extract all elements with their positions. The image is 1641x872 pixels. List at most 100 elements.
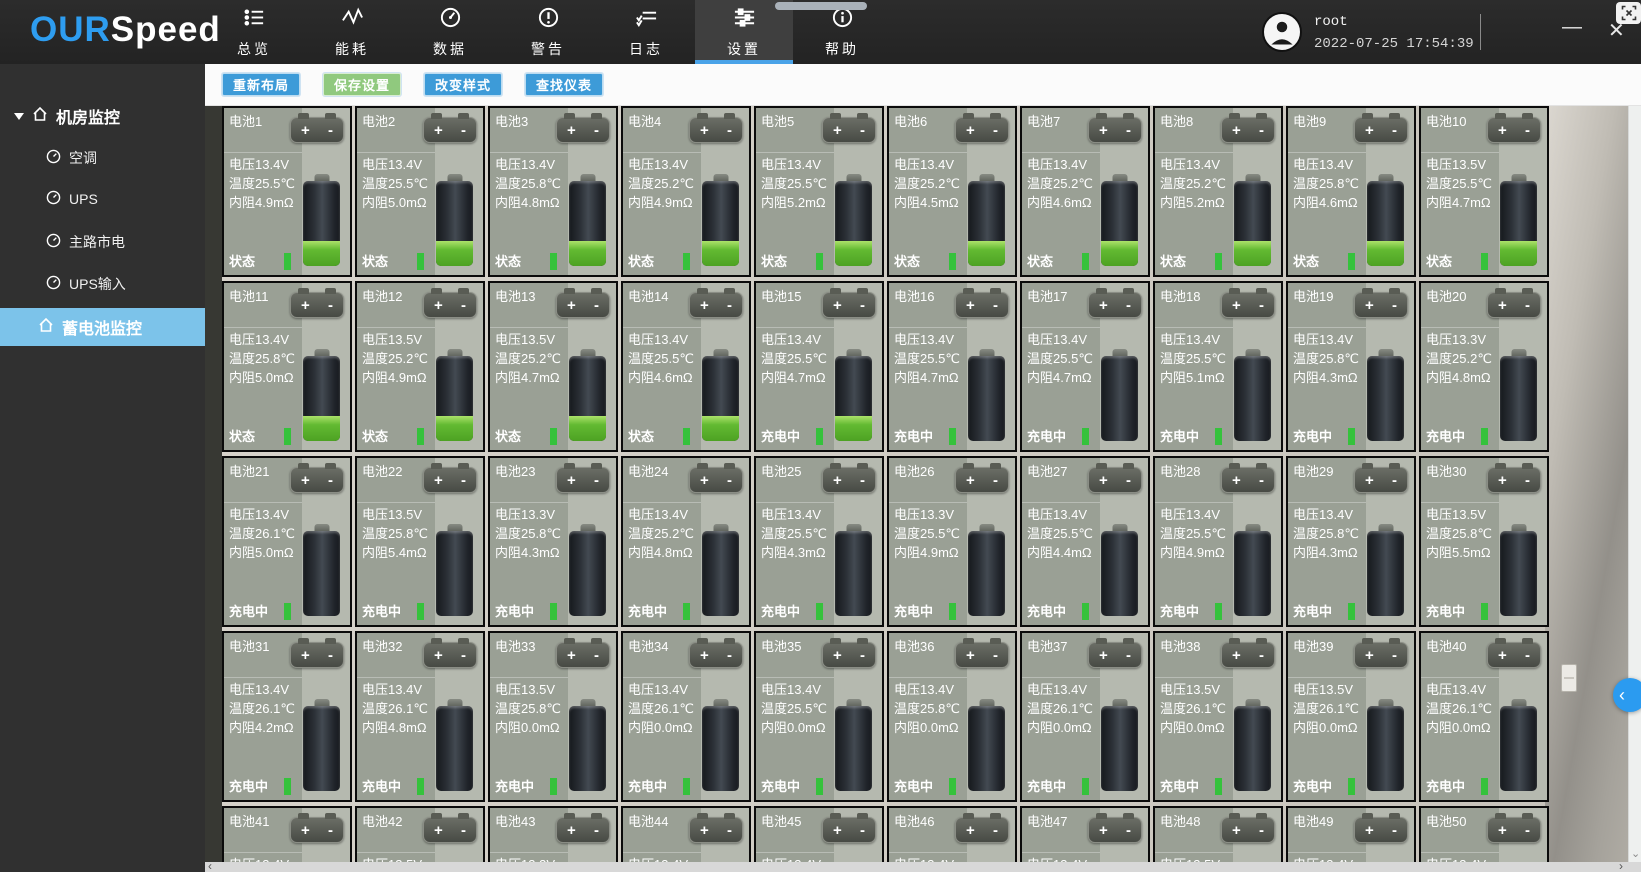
battery-plus-minus-icon[interactable]: + -	[1221, 642, 1275, 668]
battery-card[interactable]: 电池29 + - 电压13.4V 温度25.8℃ 内阻4.3mΩ 充电中	[1286, 456, 1416, 627]
battery-card[interactable]: 电池47 + - 电压13.4V 温度 内阻	[1020, 806, 1150, 862]
battery-card[interactable]: 电池32 + - 电压13.4V 温度26.1℃ 内阻4.8mΩ 充电中	[355, 631, 485, 802]
battery-card[interactable]: 电池34 + - 电压13.4V 温度26.1℃ 内阻0.0mΩ 充电中	[621, 631, 751, 802]
battery-plus-minus-icon[interactable]: + -	[822, 467, 876, 493]
nav-data[interactable]: 数据	[401, 0, 499, 64]
scrollbar-thumb[interactable]	[775, 2, 867, 10]
battery-card[interactable]: 电池37 + - 电压13.4V 温度26.1℃ 内阻0.0mΩ 充电中	[1020, 631, 1150, 802]
nav-overview[interactable]: 总览	[205, 0, 303, 64]
battery-card[interactable]: 电池40 + - 电压13.4V 温度26.1℃ 内阻0.0mΩ 充电中	[1419, 631, 1549, 802]
battery-plus-minus-icon[interactable]: + -	[689, 642, 743, 668]
nav-energy[interactable]: 能耗	[303, 0, 401, 64]
battery-plus-minus-icon[interactable]: + -	[1221, 467, 1275, 493]
battery-plus-minus-icon[interactable]: + -	[1354, 117, 1408, 143]
battery-card[interactable]: 电池35 + - 电压13.4V 温度25.5℃ 内阻0.0mΩ 充电中	[754, 631, 884, 802]
battery-plus-minus-icon[interactable]: + -	[1221, 117, 1275, 143]
sidebar-item-air-conditioning[interactable]: 空调	[46, 148, 97, 168]
battery-card[interactable]: 电池18 + - 电压13.4V 温度25.5℃ 内阻5.1mΩ 充电中	[1153, 281, 1283, 452]
battery-plus-minus-icon[interactable]: + -	[822, 817, 876, 843]
sidebar-group-machine-room[interactable]: 机房监控	[14, 104, 120, 128]
battery-plus-minus-icon[interactable]: + -	[1088, 292, 1142, 318]
battery-plus-minus-icon[interactable]: + -	[1487, 292, 1541, 318]
battery-card[interactable]: 电池4 + - 电压13.4V 温度25.2℃ 内阻4.9mΩ 状态	[621, 106, 751, 277]
battery-card[interactable]: 电池49 + - 电压13.4V 温度 内阻	[1286, 806, 1416, 862]
battery-plus-minus-icon[interactable]: + -	[1354, 292, 1408, 318]
sidebar-item-mains-power[interactable]: 主路市电	[46, 232, 125, 252]
battery-card[interactable]: 电池22 + - 电压13.5V 温度25.8℃ 内阻5.4mΩ 充电中	[355, 456, 485, 627]
battery-card[interactable]: 电池31 + - 电压13.4V 温度26.1℃ 内阻4.2mΩ 充电中	[222, 631, 352, 802]
relayout-button[interactable]: 重新布局	[222, 73, 300, 96]
battery-card[interactable]: 电池43 + - 电压13.3V 温度 内阻	[488, 806, 618, 862]
battery-card[interactable]: 电池24 + - 电压13.4V 温度25.2℃ 内阻4.8mΩ 充电中	[621, 456, 751, 627]
battery-card[interactable]: 电池1 + - 电压13.4V 温度25.5℃ 内阻4.9mΩ 状态	[222, 106, 352, 277]
find-meter-button[interactable]: 查找仪表	[525, 73, 603, 96]
battery-plus-minus-icon[interactable]: + -	[556, 117, 610, 143]
battery-plus-minus-icon[interactable]: + -	[1221, 817, 1275, 843]
battery-plus-minus-icon[interactable]: + -	[1221, 292, 1275, 318]
battery-card[interactable]: 电池25 + - 电压13.4V 温度25.5℃ 内阻4.3mΩ 充电中	[754, 456, 884, 627]
battery-card[interactable]: 电池19 + - 电压13.4V 温度25.8℃ 内阻4.3mΩ 充电中	[1286, 281, 1416, 452]
nav-logs[interactable]: 日志	[597, 0, 695, 64]
sidebar-item-ups[interactable]: UPS	[46, 190, 98, 208]
scroll-left-icon[interactable]: ‹	[208, 859, 212, 872]
battery-card[interactable]: 电池14 + - 电压13.4V 温度25.5℃ 内阻4.6mΩ 状态	[621, 281, 751, 452]
battery-card[interactable]: 电池6 + - 电压13.4V 温度25.2℃ 内阻4.5mΩ 状态	[887, 106, 1017, 277]
battery-card[interactable]: 电池16 + - 电压13.4V 温度25.5℃ 内阻4.7mΩ 充电中	[887, 281, 1017, 452]
nav-alerts[interactable]: 警告	[499, 0, 597, 64]
sidebar-item-battery-monitoring[interactable]: 蓄电池监控	[0, 308, 205, 346]
capture-icon[interactable]	[1616, 2, 1641, 24]
scroll-down-icon[interactable]: ⌄	[1631, 847, 1640, 860]
battery-card[interactable]: 电池8 + - 电压13.4V 温度25.2℃ 内阻5.2mΩ 状态	[1153, 106, 1283, 277]
battery-plus-minus-icon[interactable]: + -	[423, 817, 477, 843]
battery-plus-minus-icon[interactable]: + -	[1088, 642, 1142, 668]
battery-plus-minus-icon[interactable]: + -	[689, 117, 743, 143]
save-settings-button[interactable]: 保存设置	[323, 73, 401, 96]
battery-plus-minus-icon[interactable]: + -	[556, 292, 610, 318]
battery-plus-minus-icon[interactable]: + -	[689, 817, 743, 843]
battery-card[interactable]: 电池42 + - 电压13.5V 温度 内阻	[355, 806, 485, 862]
battery-plus-minus-icon[interactable]: + -	[822, 117, 876, 143]
battery-plus-minus-icon[interactable]: + -	[423, 117, 477, 143]
battery-plus-minus-icon[interactable]: + -	[290, 817, 344, 843]
battery-card[interactable]: 电池5 + - 电压13.4V 温度25.5℃ 内阻5.2mΩ 状态	[754, 106, 884, 277]
battery-plus-minus-icon[interactable]: + -	[423, 292, 477, 318]
battery-card[interactable]: 电池2 + - 电压13.4V 温度25.5℃ 内阻5.0mΩ 状态	[355, 106, 485, 277]
panel-collapse-toggle[interactable]: ‹	[1613, 678, 1641, 712]
battery-plus-minus-icon[interactable]: + -	[1088, 817, 1142, 843]
battery-plus-minus-icon[interactable]: + -	[556, 467, 610, 493]
battery-card[interactable]: 电池44 + - 电压13.4V 温度 内阻	[621, 806, 751, 862]
battery-card[interactable]: 电池3 + - 电压13.4V 温度25.8℃ 内阻4.8mΩ 状态	[488, 106, 618, 277]
change-style-button[interactable]: 改变样式	[424, 73, 502, 96]
battery-plus-minus-icon[interactable]: + -	[955, 467, 1009, 493]
battery-plus-minus-icon[interactable]: + -	[290, 642, 344, 668]
battery-card[interactable]: 电池27 + - 电压13.4V 温度25.5℃ 内阻4.4mΩ 充电中	[1020, 456, 1150, 627]
battery-card[interactable]: 电池15 + - 电压13.4V 温度25.5℃ 内阻4.7mΩ 充电中	[754, 281, 884, 452]
battery-card[interactable]: 电池10 + - 电压13.5V 温度25.5℃ 内阻4.7mΩ 状态	[1419, 106, 1549, 277]
battery-card[interactable]: 电池39 + - 电压13.5V 温度26.1℃ 内阻0.0mΩ 充电中	[1286, 631, 1416, 802]
battery-plus-minus-icon[interactable]: + -	[290, 467, 344, 493]
battery-card[interactable]: 电池33 + - 电压13.5V 温度25.8℃ 内阻0.0mΩ 充电中	[488, 631, 618, 802]
battery-card[interactable]: 电池36 + - 电压13.4V 温度25.8℃ 内阻0.0mΩ 充电中	[887, 631, 1017, 802]
avatar[interactable]	[1262, 12, 1302, 52]
battery-plus-minus-icon[interactable]: + -	[1354, 817, 1408, 843]
battery-plus-minus-icon[interactable]: + -	[1088, 117, 1142, 143]
battery-plus-minus-icon[interactable]: + -	[1487, 642, 1541, 668]
battery-card[interactable]: 电池13 + - 电压13.5V 温度25.2℃ 内阻4.7mΩ 状态	[488, 281, 618, 452]
battery-plus-minus-icon[interactable]: + -	[1354, 467, 1408, 493]
battery-plus-minus-icon[interactable]: + -	[1487, 117, 1541, 143]
battery-plus-minus-icon[interactable]: + -	[423, 467, 477, 493]
battery-plus-minus-icon[interactable]: + -	[1487, 467, 1541, 493]
battery-plus-minus-icon[interactable]: + -	[955, 642, 1009, 668]
battery-plus-minus-icon[interactable]: + -	[423, 642, 477, 668]
minimize-button[interactable]: —	[1562, 16, 1582, 39]
vertical-scrollbar[interactable]: ⌄	[1628, 106, 1641, 862]
battery-card[interactable]: 电池45 + - 电压13.4V 温度 内阻	[754, 806, 884, 862]
battery-card[interactable]: 电池17 + - 电压13.4V 温度25.5℃ 内阻4.7mΩ 充电中	[1020, 281, 1150, 452]
battery-plus-minus-icon[interactable]: + -	[955, 817, 1009, 843]
battery-plus-minus-icon[interactable]: + -	[556, 642, 610, 668]
battery-card[interactable]: 电池26 + - 电压13.3V 温度25.5℃ 内阻4.9mΩ 充电中	[887, 456, 1017, 627]
battery-plus-minus-icon[interactable]: + -	[1354, 642, 1408, 668]
battery-plus-minus-icon[interactable]: + -	[1487, 817, 1541, 843]
battery-plus-minus-icon[interactable]: + -	[689, 467, 743, 493]
battery-plus-minus-icon[interactable]: + -	[1088, 467, 1142, 493]
